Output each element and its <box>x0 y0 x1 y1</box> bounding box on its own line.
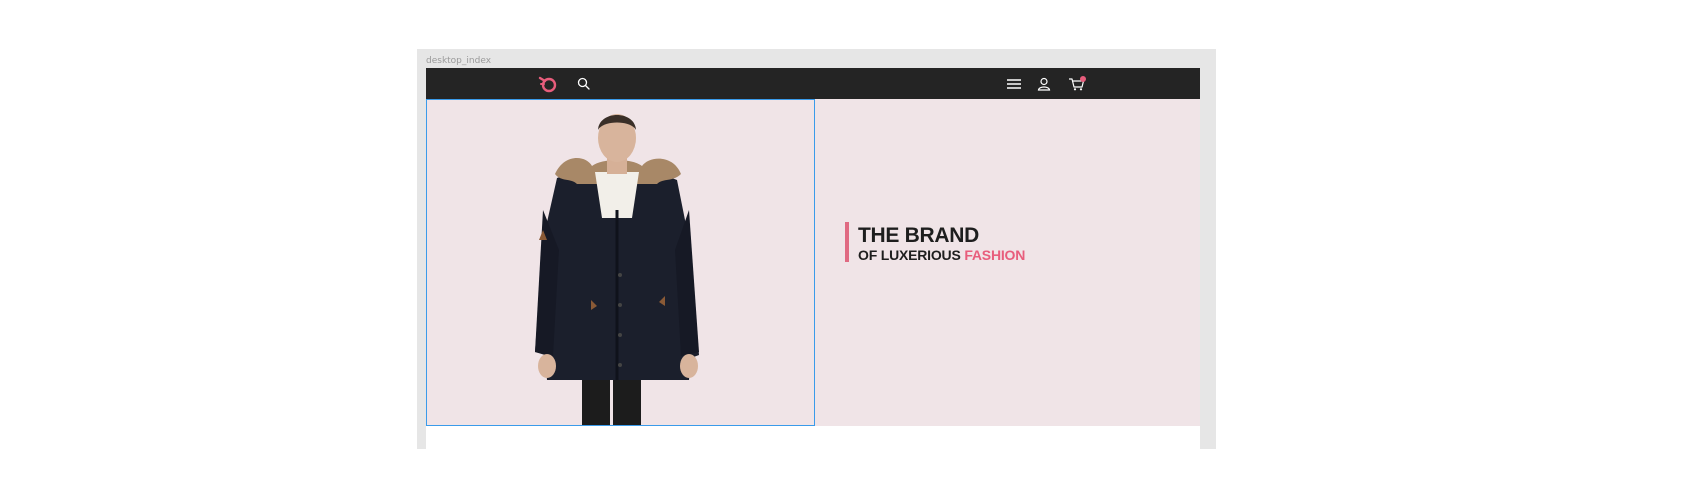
hero-subtitle-prefix: OF LUXERIOUS <box>858 247 961 263</box>
hero-product-image[interactable] <box>426 99 815 426</box>
cart-icon[interactable] <box>1067 68 1085 99</box>
headline-accent-bar <box>845 222 849 262</box>
hamburger-menu-icon[interactable] <box>1006 68 1022 99</box>
user-icon[interactable] <box>1037 68 1051 99</box>
hero-title: THE BRAND <box>858 224 979 247</box>
cart-badge <box>1080 76 1086 82</box>
site-frame: THE BRAND OF LUXERIOUS FASHION <box>426 68 1200 449</box>
parka-model-illustration <box>535 114 699 425</box>
search-icon[interactable] <box>576 68 590 99</box>
brand-logo-icon[interactable] <box>537 68 559 99</box>
artboard-label: desktop_index <box>426 56 492 66</box>
top-navbar <box>426 68 1200 99</box>
hero-subtitle-highlight: FASHION <box>964 247 1026 263</box>
hero-subtitle: OF LUXERIOUS FASHION <box>858 247 1025 263</box>
hero-banner: THE BRAND OF LUXERIOUS FASHION <box>426 99 1200 426</box>
